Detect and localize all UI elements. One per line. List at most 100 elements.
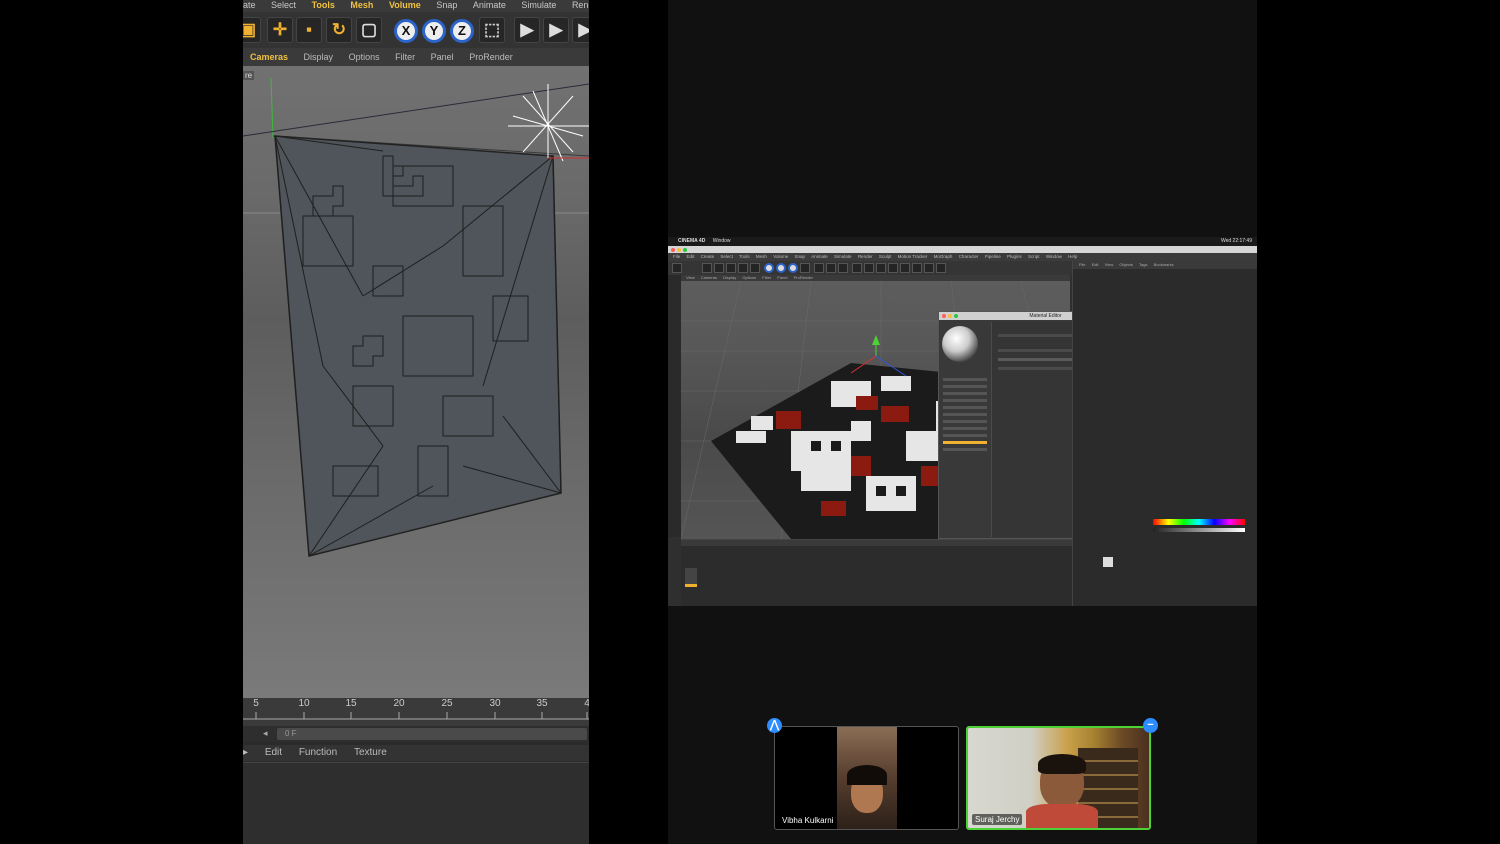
current-frame-field[interactable]: 0 F <box>277 728 587 740</box>
timeline-tick: 25 <box>441 698 453 709</box>
rotate-icon <box>738 263 748 273</box>
coordinate-system-icon[interactable]: ⬚ <box>479 17 505 43</box>
menu-item-snap[interactable]: Snap <box>436 0 457 11</box>
menu-item: Panel <box>777 275 788 280</box>
menu-item: Plugins <box>1007 254 1022 259</box>
zoom-icon <box>954 314 958 318</box>
viewport-menu: Cameras Display Options Filter Panel Pro… <box>243 48 589 66</box>
select-tool-icon <box>702 263 712 273</box>
viewmenu-cameras[interactable]: Cameras <box>250 52 288 62</box>
menu-item: Snap <box>794 254 805 259</box>
tab: File <box>1079 262 1086 267</box>
menu-item-render[interactable]: Render <box>572 0 589 11</box>
c4d-objects-attributes-panel: File Edit View Objects Tags Bookmarks <box>1072 261 1257 606</box>
c4d-toolbar <box>668 261 1072 275</box>
material-preview-sphere <box>942 326 978 362</box>
edit-render-settings-icon[interactable]: ▶ <box>572 17 589 43</box>
3d-viewport[interactable]: re <box>243 66 589 698</box>
toolbar: ▣ ✛ ▪ ↻ ▢ X Y Z ⬚ ▶ ▶ ▶ <box>243 12 589 48</box>
c4d-window-titlebar <box>668 246 1257 253</box>
menu-item: File <box>673 254 681 259</box>
close-icon <box>671 248 675 252</box>
timeline-tick: 15 <box>345 698 357 709</box>
select-tool-icon[interactable]: ▣ <box>243 17 261 43</box>
timeline-tick: 4 <box>584 698 589 709</box>
viewmenu-filter[interactable]: Filter <box>395 52 415 62</box>
matmenu-texture[interactable]: Texture <box>354 747 387 758</box>
tab: View <box>1104 262 1114 267</box>
menu-item: Simulate <box>834 254 852 259</box>
shared-screen[interactable]: CINEMA 4D Window Wed 22:17:49 File Edit … <box>668 237 1257 606</box>
matmenu-edit[interactable]: Edit <box>265 747 282 758</box>
menu-item: Character <box>958 254 979 259</box>
menu-item: Render <box>857 254 873 259</box>
last-tool-icon[interactable]: ▢ <box>356 17 382 43</box>
menu-item-select[interactable]: Select <box>271 0 296 11</box>
viewmenu-display[interactable]: Display <box>304 52 334 62</box>
menu-item: MoGraph <box>933 254 953 259</box>
menu-item: Cameras <box>700 275 717 280</box>
render-picture-viewer-icon <box>826 263 836 273</box>
frame-arrow-icon[interactable]: ◂ <box>263 728 268 739</box>
y-axis-button[interactable]: Y <box>422 19 446 43</box>
material-swatch <box>685 568 697 587</box>
deformer-icon <box>900 263 910 273</box>
matmenu-function[interactable]: Function <box>299 747 337 758</box>
menu-item[interactable]: ate <box>243 0 256 11</box>
c4d-timeline-and-managers <box>681 539 1072 606</box>
minimize-icon <box>948 314 952 318</box>
menu-bar: ate Select Tools Mesh Volume Snap Animat… <box>243 0 589 12</box>
mac-clock: Wed 22:17:49 <box>1220 238 1252 244</box>
menu-item-tools[interactable]: Tools <box>312 0 335 11</box>
viewmenu-options[interactable]: Options <box>349 52 380 62</box>
tab: Bookmarks <box>1153 262 1174 267</box>
menu-item: Options <box>742 275 757 280</box>
material-manager-panel[interactable] <box>243 762 589 844</box>
z-axis-button[interactable]: Z <box>450 19 474 43</box>
minus-icon[interactable]: − <box>1143 718 1158 733</box>
menu-item: Filter <box>762 275 772 280</box>
x-axis-button[interactable]: X <box>394 19 418 43</box>
move-icon[interactable]: ✛ <box>267 17 293 43</box>
c4d-mode-palette <box>668 275 681 537</box>
tab: Objects <box>1119 262 1133 267</box>
x-axis-icon <box>764 263 774 273</box>
menu-item: ProRender <box>793 275 813 280</box>
menu-item: Script <box>1028 254 1040 259</box>
scale-icon[interactable]: ▪ <box>296 17 322 43</box>
render-view-icon <box>814 263 824 273</box>
zoom-icon <box>683 248 687 252</box>
menu-item-volume[interactable]: Volume <box>389 0 421 11</box>
tab: Tags <box>1139 262 1148 267</box>
render-view-icon[interactable]: ▶ <box>514 17 540 43</box>
menu-item: Help <box>1068 254 1078 259</box>
menu-item: Volume <box>773 254 789 259</box>
viewmenu-panel[interactable]: Panel <box>431 52 454 62</box>
menu-item: Mesh <box>755 254 767 259</box>
menu-item-animate[interactable]: Animate <box>473 0 506 11</box>
extruded-mesh-object[interactable] <box>243 66 589 698</box>
pin-icon[interactable]: ⋀ <box>767 718 782 733</box>
mac-window-menu: Window <box>712 238 731 244</box>
close-icon <box>942 314 946 318</box>
render-picture-viewer-icon[interactable]: ▶ <box>543 17 569 43</box>
viewmenu-prorender[interactable]: ProRender <box>469 52 513 62</box>
timeline-tick: 30 <box>489 698 501 709</box>
participant-tile[interactable]: Vibha Kulkarni <box>774 726 959 830</box>
participant-tile-active-speaker[interactable]: Suraj Jerchy <box>966 726 1151 830</box>
timeline-ruler[interactable]: 5 10 15 20 25 30 35 4 <box>243 698 589 726</box>
rotate-icon[interactable]: ↻ <box>326 17 352 43</box>
menu-item: Pipeline <box>984 254 1001 259</box>
mac-app-name: CINEMA 4D <box>678 238 706 244</box>
timeline-tick: 35 <box>536 698 548 709</box>
subdivision-icon <box>876 263 886 273</box>
timeline-ticks <box>243 712 589 720</box>
scale-icon <box>726 263 736 273</box>
menu-item-mesh[interactable]: Mesh <box>350 0 373 11</box>
last-tool-icon <box>750 263 760 273</box>
menu-item-simulate[interactable]: Simulate <box>521 0 556 11</box>
menu-item: Sculpt <box>878 254 892 259</box>
participant-name: Vibha Kulkarni <box>779 815 837 826</box>
texture-thumbnail <box>1103 557 1113 567</box>
color-spectrum <box>1153 519 1245 525</box>
